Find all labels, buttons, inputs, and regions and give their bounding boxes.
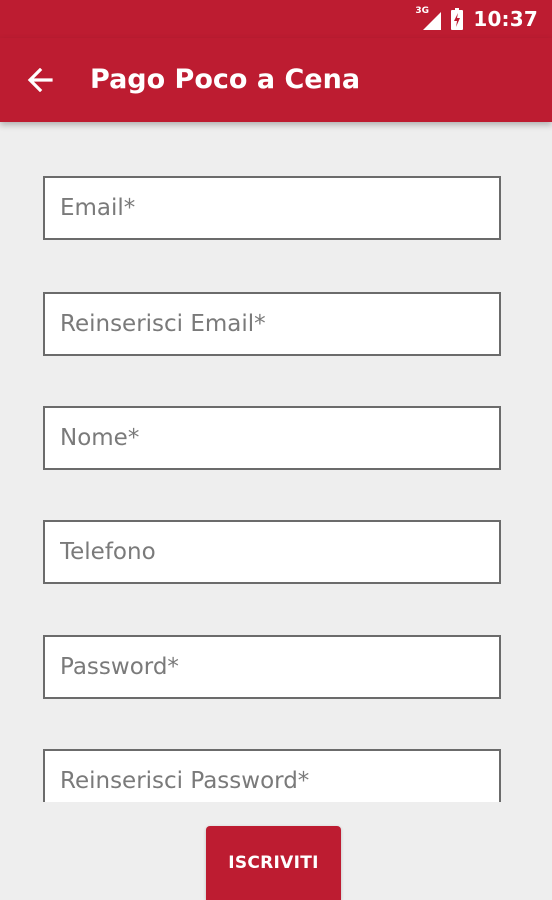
confirm-password-field[interactable]	[43, 749, 501, 802]
status-time: 10:37	[473, 7, 538, 31]
email-input[interactable]	[45, 178, 499, 238]
status-bar: 3G 10:37	[0, 0, 552, 38]
battery-charging-icon	[451, 8, 464, 30]
cell-signal-icon: 3G	[415, 6, 442, 30]
confirm-password-input[interactable]	[45, 751, 499, 802]
phone-input[interactable]	[45, 522, 499, 582]
page-title: Pago Poco a Cena	[90, 64, 361, 95]
back-button[interactable]	[18, 58, 62, 102]
registration-form	[0, 122, 552, 802]
arrow-back-icon	[27, 68, 53, 92]
register-button[interactable]: ISCRIVITI	[206, 826, 341, 900]
app-bar: Pago Poco a Cena	[0, 38, 552, 122]
phone-field[interactable]	[43, 520, 501, 584]
status-icons: 3G 10:37	[415, 0, 538, 38]
password-field[interactable]	[43, 635, 501, 699]
password-input[interactable]	[45, 637, 499, 697]
confirm-email-field[interactable]	[43, 292, 501, 356]
name-input[interactable]	[45, 408, 499, 468]
confirm-email-input[interactable]	[45, 294, 499, 354]
email-field[interactable]	[43, 176, 501, 240]
name-field[interactable]	[43, 406, 501, 470]
